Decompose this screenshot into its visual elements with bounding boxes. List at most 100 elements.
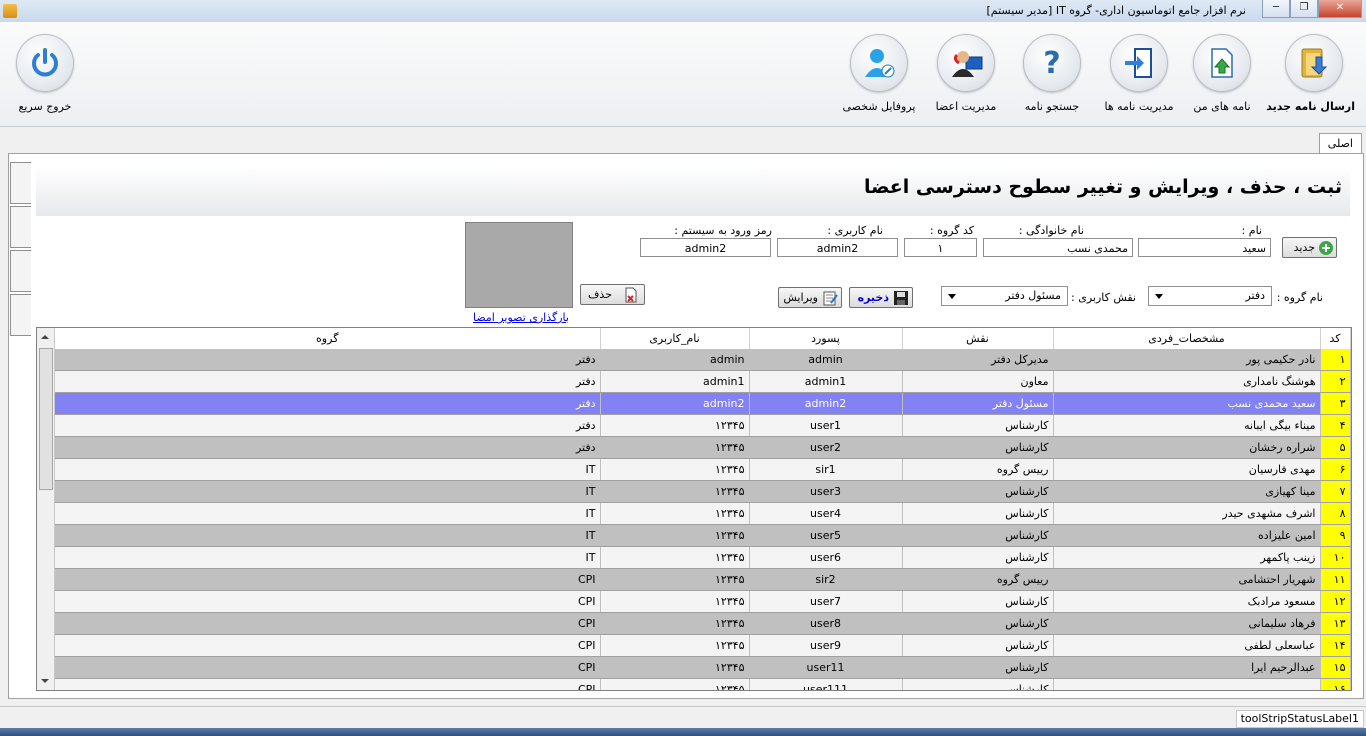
header-username[interactable]: نام_کاربری: [600, 328, 750, 349]
password-field[interactable]: admin2: [640, 238, 771, 257]
last-name-field[interactable]: محمدی نسب: [983, 238, 1133, 257]
cell-password[interactable]: user1: [749, 414, 903, 437]
cell-username[interactable]: ۱۲۳۴۵: [600, 458, 750, 481]
table-row[interactable]: IT ۱۲۳۴۵ user3 کارشناس مینا کهیازی ۷: [55, 480, 1351, 503]
cell-details[interactable]: [1053, 678, 1321, 690]
side-tab[interactable]: [10, 294, 31, 336]
cell-username[interactable]: ۱۲۳۴۵: [600, 546, 750, 569]
cell-group[interactable]: CPI: [55, 612, 601, 635]
cell-username[interactable]: ۱۲۳۴۵: [600, 590, 750, 613]
cell-role[interactable]: کارشناس: [902, 590, 1054, 613]
cell-role[interactable]: کارشناس: [902, 612, 1054, 635]
cell-username[interactable]: ۱۲۳۴۵: [600, 678, 750, 690]
cell-username[interactable]: admin1: [600, 370, 750, 393]
maximize-button[interactable]: ❐: [1290, 0, 1318, 18]
cell-code[interactable]: ۱۱: [1320, 568, 1351, 591]
username-field[interactable]: admin2: [777, 238, 898, 257]
cell-group[interactable]: IT: [55, 502, 601, 525]
cell-group[interactable]: CPI: [55, 656, 601, 679]
cell-password[interactable]: user5: [749, 524, 903, 547]
table-row[interactable]: دفتر ۱۲۳۴۵ user1 کارشناس میناء بیگی ایبانه ۴: [55, 414, 1351, 437]
role-dropdown[interactable]: مسئول دفتر: [941, 286, 1068, 306]
cell-password[interactable]: admin1: [749, 370, 903, 393]
cell-username[interactable]: admin2: [600, 392, 750, 415]
table-row[interactable]: دفتر admin2 admin2 مسئول دفتر سعید محمدی نسب…: [55, 392, 1351, 415]
cell-password[interactable]: user2: [749, 436, 903, 459]
cell-code[interactable]: ۳: [1320, 392, 1351, 415]
cell-role[interactable]: کارشناس: [902, 656, 1054, 679]
cell-group[interactable]: دفتر: [55, 370, 601, 393]
group-name-dropdown[interactable]: دفتر: [1148, 286, 1272, 306]
cell-details[interactable]: فرهاد سلیمانی: [1053, 612, 1321, 635]
cell-details[interactable]: مهدی فارسیان: [1053, 458, 1321, 481]
toolbar-new-letter-button[interactable]: ارسال نامه جدید: [1266, 34, 1355, 113]
cell-code[interactable]: ۵: [1320, 436, 1351, 459]
cell-password[interactable]: user111: [749, 678, 903, 690]
tab-main[interactable]: اصلی: [1318, 133, 1362, 153]
cell-code[interactable]: ۱۵: [1320, 656, 1351, 679]
cell-group[interactable]: IT: [55, 546, 601, 569]
cell-password[interactable]: user11: [749, 656, 903, 679]
upload-signature-link[interactable]: بارگذاری تصویر امضا: [473, 311, 569, 324]
cell-role[interactable]: کارشناس: [902, 502, 1054, 525]
cell-password[interactable]: admin2: [749, 392, 903, 415]
table-row[interactable]: CPI ۱۲۳۴۵ user8 کارشناس فرهاد سلیمانی ۱۳: [55, 612, 1351, 635]
cell-role[interactable]: کارشناس: [902, 414, 1054, 437]
new-button[interactable]: جدید: [1282, 237, 1337, 258]
cell-details[interactable]: اشرف مشهدی حیدر: [1053, 502, 1321, 525]
cell-code[interactable]: ۲: [1320, 370, 1351, 393]
cell-password[interactable]: user6: [749, 546, 903, 569]
cell-group[interactable]: CPI: [55, 568, 601, 591]
cell-username[interactable]: admin: [600, 349, 750, 371]
side-tab[interactable]: [10, 250, 31, 292]
cell-role[interactable]: کارشناس: [902, 546, 1054, 569]
cell-code[interactable]: ۱: [1320, 349, 1351, 371]
cell-code[interactable]: ۱۶: [1320, 678, 1351, 690]
cell-group[interactable]: دفتر: [55, 392, 601, 415]
delete-button[interactable]: حذف: [580, 284, 645, 305]
close-button[interactable]: ✕: [1318, 0, 1362, 18]
cell-code[interactable]: ۱۳: [1320, 612, 1351, 635]
cell-code[interactable]: ۱۴: [1320, 634, 1351, 657]
cell-role[interactable]: مسئول دفتر: [902, 392, 1054, 415]
cell-details[interactable]: زینب پاکمهر: [1053, 546, 1321, 569]
scroll-down-arrow-icon[interactable]: [41, 679, 49, 683]
cell-group[interactable]: IT: [55, 524, 601, 547]
cell-role[interactable]: کارشناس: [902, 524, 1054, 547]
grid-scrollbar[interactable]: [37, 328, 55, 690]
cell-password[interactable]: user8: [749, 612, 903, 635]
cell-group[interactable]: CPI: [55, 590, 601, 613]
cell-username[interactable]: ۱۲۳۴۵: [600, 480, 750, 503]
cell-code[interactable]: ۶: [1320, 458, 1351, 481]
header-group[interactable]: گروه: [55, 328, 601, 349]
cell-password[interactable]: sir1: [749, 458, 903, 481]
cell-username[interactable]: ۱۲۳۴۵: [600, 436, 750, 459]
cell-role[interactable]: کارشناس: [902, 678, 1054, 690]
table-row[interactable]: CPI ۱۲۳۴۵ user7 کارشناس مسعود مرادبک ۱۲: [55, 590, 1351, 613]
cell-details[interactable]: میناء بیگی ایبانه: [1053, 414, 1321, 437]
scroll-thumb[interactable]: [39, 348, 53, 490]
cell-details[interactable]: امین علیزاده: [1053, 524, 1321, 547]
cell-password[interactable]: sir2: [749, 568, 903, 591]
cell-role[interactable]: مدیرکل دفتر: [902, 349, 1054, 371]
cell-username[interactable]: ۱۲۳۴۵: [600, 634, 750, 657]
cell-password[interactable]: user9: [749, 634, 903, 657]
edit-button[interactable]: ویرایش: [778, 287, 842, 308]
cell-role[interactable]: رییس گروه: [902, 568, 1054, 591]
cell-role[interactable]: کارشناس: [902, 480, 1054, 503]
scroll-up-arrow-icon[interactable]: [41, 335, 49, 339]
cell-username[interactable]: ۱۲۳۴۵: [600, 568, 750, 591]
cell-details[interactable]: هوشنگ نامداری: [1053, 370, 1321, 393]
cell-group[interactable]: CPI: [55, 678, 601, 690]
cell-username[interactable]: ۱۲۳۴۵: [600, 656, 750, 679]
toolbar-my-letters-button[interactable]: نامه های من: [1181, 34, 1263, 113]
header-password[interactable]: پسورد: [749, 328, 903, 349]
cell-code[interactable]: ۱۲: [1320, 590, 1351, 613]
cell-code[interactable]: ۹: [1320, 524, 1351, 547]
cell-group[interactable]: CPI: [55, 634, 601, 657]
toolbar-personal-profile-button[interactable]: پروفایل شخصی: [838, 34, 920, 113]
cell-username[interactable]: ۱۲۳۴۵: [600, 612, 750, 635]
cell-username[interactable]: ۱۲۳۴۵: [600, 414, 750, 437]
table-row[interactable]: دفتر admin admin مدیرکل دفتر نادر حکیمی پور ۱: [55, 349, 1351, 371]
table-row[interactable]: IT ۱۲۳۴۵ user5 کارشناس امین علیزاده ۹: [55, 524, 1351, 547]
